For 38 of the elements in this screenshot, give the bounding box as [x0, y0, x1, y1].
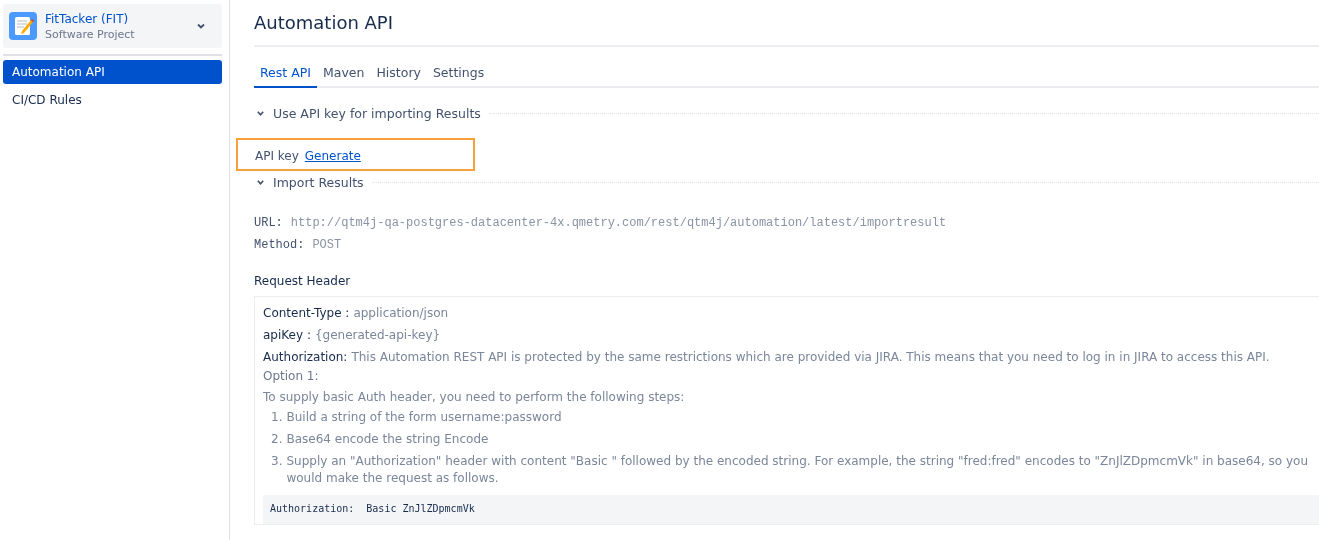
header-value: {generated-api-key} [314, 327, 441, 343]
step-number: 3. [271, 453, 283, 470]
step-number: 1. [271, 409, 283, 426]
method-value: POST [312, 238, 342, 252]
url-value: http://qtm4j-qa-postgres-datacenter-4x.qmetry.com/rest/qtm4j/automation/latest/importresult [290, 216, 947, 230]
method-label: Method: [254, 238, 305, 252]
sidebar-item[interactable]: Automation API [3, 60, 222, 84]
tab[interactable]: Maven [317, 61, 371, 88]
step-text: Supply an "Authorization" header with content "Basic " followed by the encoded string. For example, the string "fred:fred" encodes to "ZnJlZDpmcmVk" in base64, so you would make the request as follows. [286, 453, 1309, 487]
generate-link[interactable]: Generate [304, 149, 361, 163]
header-name: apiKey : [263, 327, 311, 343]
chevron-icon[interactable] [256, 109, 265, 118]
sidebar-item[interactable]: CI/CD Rules [3, 88, 222, 112]
step-text: Base64 encode the string Encode [286, 431, 489, 448]
option-label: Option 1: [263, 369, 320, 383]
header-name: Content-Type : [263, 305, 350, 321]
section-title[interactable]: Import Results [273, 175, 364, 190]
api-key-label: API key [255, 149, 299, 163]
header-name: Authorization: [263, 349, 348, 365]
header-value: application/json [353, 305, 449, 321]
project-selector[interactable]: FitTacker (FIT) Software Project [3, 4, 222, 48]
instructions-text: To supply basic Auth header, you need to perform the following steps: [263, 390, 686, 404]
url-label: URL: [254, 216, 283, 230]
tab[interactable]: Settings [426, 61, 491, 88]
chevron-icon[interactable] [256, 178, 265, 187]
step-text: Build a string of the form username:password [286, 409, 562, 426]
section-title[interactable]: Use API key for importing Results [273, 106, 481, 121]
project-type: Software Project [45, 27, 136, 41]
tab[interactable]: Rest API [254, 61, 317, 88]
page-title: Automation API [254, 12, 1319, 47]
notepad-icon [9, 12, 37, 40]
step-number: 2. [271, 431, 283, 448]
chevron-down-icon [196, 21, 206, 31]
request-header-title: Request Header [254, 274, 352, 288]
code-block: Authorization: Basic ZnJlZDpmcmVk [263, 495, 1319, 524]
project-name: FitTacker (FIT) [45, 11, 130, 26]
header-value: This Automation REST API is protected by the same restrictions which are provided via JIRA. This means that you need to log in in JIRA to access this API. [351, 349, 1270, 365]
tab[interactable]: History [370, 61, 427, 88]
